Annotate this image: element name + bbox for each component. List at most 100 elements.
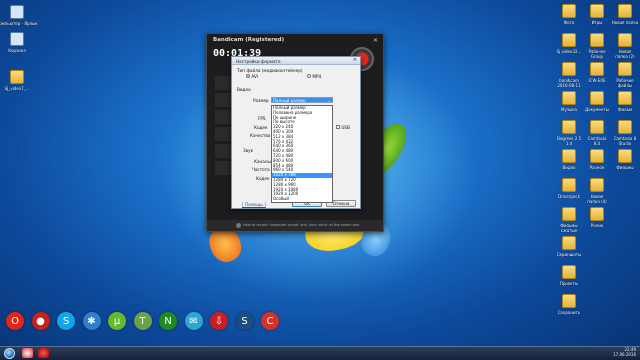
desktop-icon-label: Рабочие файлы: [616, 78, 634, 88]
folder-icon: [618, 33, 632, 47]
size-select[interactable]: Полный размер ⌄: [271, 97, 333, 103]
desktop-icon-label: Новая папка: [611, 20, 639, 25]
desktop-icon[interactable]: Camtasia 8 Studio: [608, 120, 640, 150]
frequency-label: Частота: [252, 167, 270, 172]
audio-codec-label: Кодек: [256, 176, 270, 181]
steam-icon[interactable]: S: [235, 312, 254, 330]
desktop-icon[interactable]: Проекты: [552, 265, 586, 295]
help-link[interactable]: [ Помощь ]: [242, 202, 266, 207]
bandicam-title: Bandicam (Registered): [213, 37, 285, 43]
desktop-icon-label: Фильмы сжатые: [560, 223, 578, 233]
desktop-icon[interactable]: Новая папка (2): [608, 33, 640, 63]
system-clock[interactable]: 22:49 17.06.2016: [613, 347, 636, 357]
recycle-bin-icon: [10, 32, 24, 46]
folder-icon: [562, 178, 576, 192]
nvidia-icon[interactable]: N: [159, 312, 177, 330]
folder-icon: [562, 149, 576, 163]
computer-icon: [10, 5, 24, 19]
desktop-icon-label: Разное: [589, 165, 605, 170]
chevron-down-icon: ⌄: [327, 98, 331, 103]
desktop-icon-label: Camtasia 8.0: [587, 136, 607, 146]
start-button[interactable]: [4, 348, 15, 359]
desktop-icon-label: Camtasia 8 Studio: [613, 136, 637, 146]
desktop-icon-label: Фильмы: [616, 165, 634, 170]
folder-icon: [10, 70, 24, 84]
info-icon: [236, 223, 241, 228]
desktop-icon[interactable]: Ролик: [580, 207, 614, 237]
desktop-icon[interactable]: Сохранить: [552, 294, 586, 324]
desktop-icon[interactable]: Корзина: [0, 32, 34, 62]
opera-icon[interactable]: O: [6, 312, 24, 330]
checkbox-icon: [336, 125, 340, 129]
format-avi-radio[interactable]: AVI: [246, 74, 258, 79]
desktop-icon[interactable]: SJ_video7_...: [0, 70, 34, 100]
folder-icon: [618, 62, 632, 76]
folder-icon: [562, 33, 576, 47]
radio-selected-icon: [246, 74, 250, 78]
clock-date: 17.06.2016: [613, 352, 636, 357]
folder-icon: [590, 33, 604, 47]
desktop-icon[interactable]: Новая папка (4): [580, 178, 614, 208]
radio-icon: [307, 74, 311, 78]
desktop-icon-label: Фильм: [618, 107, 632, 112]
close-icon[interactable]: ✕: [373, 37, 378, 44]
size-dropdown-list[interactable]: Полный размер Половина размера По ширине По…: [271, 105, 333, 203]
folder-icon: [562, 294, 576, 308]
desktop-icon[interactable]: Рабочие файлы: [608, 62, 640, 92]
folder-icon: [590, 120, 604, 134]
folder-icon: [590, 62, 604, 76]
dialog-titlebar: Настройки формата ✕: [232, 57, 360, 65]
desktop-icon[interactable]: Компьютер - Ярлык: [0, 5, 38, 35]
desktop-icon-label: Рабочее Group: [588, 49, 606, 59]
desktop-icon-label: Ролик: [590, 223, 604, 228]
folder-icon: [562, 265, 576, 279]
desktop-icon-label: Сохранить: [557, 310, 581, 315]
folder-icon: [618, 149, 632, 163]
channels-label: Каналы: [254, 159, 271, 164]
desktop-icon[interactable]: Скриншоты: [552, 236, 586, 266]
skype-icon[interactable]: S: [57, 312, 75, 330]
desktop-icon-label: Driverpack: [558, 194, 580, 199]
taskbar-bandicam-icon[interactable]: [38, 348, 49, 358]
network-icon[interactable]: ✱: [82, 312, 101, 330]
format-mp4-radio[interactable]: MP4: [307, 74, 321, 79]
file-type-label: Тип файла (медиаконтейнер): [237, 68, 303, 73]
bandicam-icon[interactable]: ●: [31, 312, 50, 330]
folder-icon: [590, 178, 604, 192]
taskbar: [0, 346, 640, 360]
desktop-icon-label: Корзина: [8, 48, 26, 53]
desktop-icon-label: Компьютер - Ярлык: [0, 21, 38, 26]
desktop-icon[interactable]: Фильм: [608, 91, 640, 121]
desktop-icon[interactable]: Новая папка: [608, 4, 640, 34]
dialog-title: Настройки формата: [236, 58, 281, 64]
desktop-icon-label: Скриншоты: [556, 252, 582, 257]
footer-tip[interactable]: How to record 'computer sound' and 'your…: [243, 223, 359, 227]
torrent-icon[interactable]: T: [133, 312, 152, 330]
folder-icon: [590, 4, 604, 18]
folder-icon: [590, 149, 604, 163]
usb-checkbox[interactable]: USB: [336, 125, 350, 130]
utorrent-icon[interactable]: µ: [108, 312, 126, 330]
quality-label: Качество: [250, 133, 271, 138]
desktop-icon-label: Музыка: [561, 107, 577, 112]
video-section-label: Видео: [237, 87, 251, 92]
folder-icon: [562, 207, 576, 221]
desktop-icon-label: Degrees 2.5 1.4: [556, 136, 582, 146]
chat-icon[interactable]: ✉: [184, 312, 203, 330]
folder-icon: [590, 91, 604, 105]
folder-icon: [562, 62, 576, 76]
folder-icon: [618, 120, 632, 134]
format-settings-dialog: Настройки формата ✕ Тип файла (медиаконт…: [231, 56, 361, 209]
folder-icon: [562, 120, 576, 134]
audio-section-label: Звук: [243, 148, 254, 153]
size-option[interactable]: Особый: [272, 196, 332, 202]
downloader-icon[interactable]: ⇩: [210, 312, 228, 330]
desktop-icon-label: bandicam 2016-08-11: [557, 78, 581, 88]
taskbar-opera-icon[interactable]: [22, 348, 33, 358]
desktop-icon-label: Видео: [562, 165, 576, 170]
desktop-icon[interactable]: Фильмы: [608, 149, 640, 179]
desktop-icon-label: Новая папка (2): [615, 49, 635, 59]
folder-icon: [590, 207, 604, 221]
ccleaner-icon[interactable]: C: [261, 312, 279, 330]
close-icon[interactable]: ✕: [353, 58, 357, 63]
